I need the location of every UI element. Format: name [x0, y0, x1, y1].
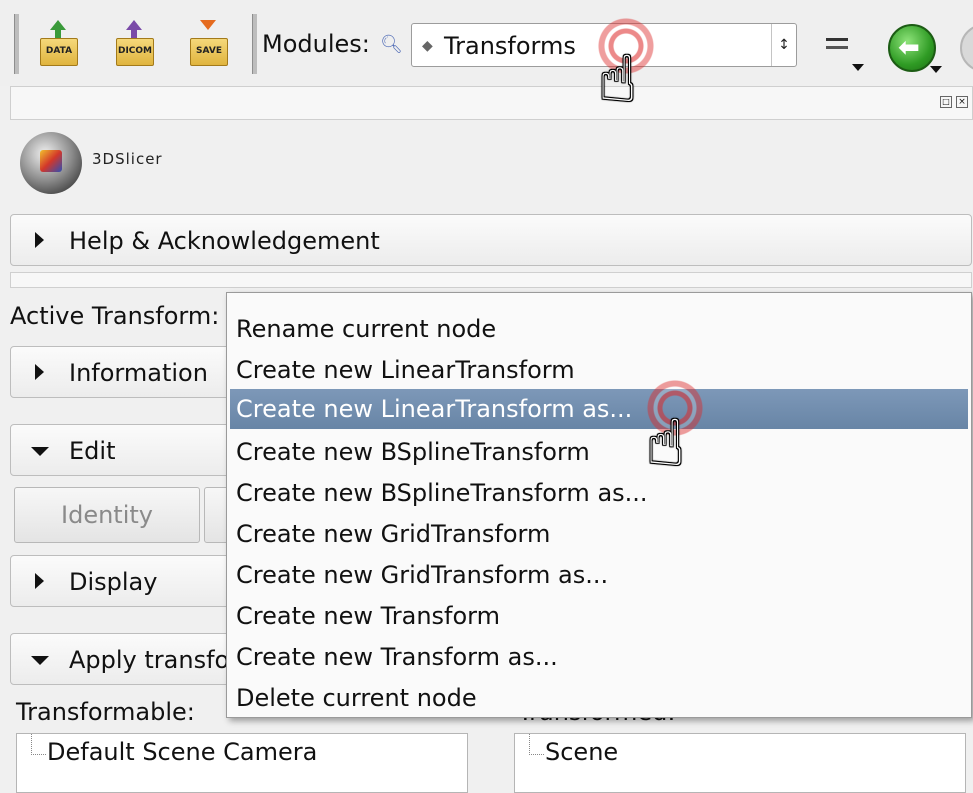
collapse-icon	[31, 447, 49, 456]
node-context-menu: Rename current node Create new LinearTra…	[226, 292, 972, 718]
menu-item-new-grid[interactable]: Create new GridTransform	[230, 514, 968, 554]
close-icon[interactable]: ×	[956, 96, 968, 108]
divider	[10, 272, 972, 288]
menu-item-new-transform[interactable]: Create new Transform	[230, 596, 968, 636]
menu-item-new-bspline-as[interactable]: Create new BSplineTransform as...	[230, 473, 968, 513]
tree-item[interactable]: Default Scene Camera	[47, 738, 317, 766]
collapse-icon	[31, 656, 49, 665]
chevron-down-icon[interactable]	[930, 66, 942, 73]
menu-item-delete[interactable]: Delete current node	[230, 678, 968, 718]
menu-item-new-linear-as[interactable]: Create new LinearTransform as...	[230, 389, 968, 429]
identity-button[interactable]: Identity	[14, 487, 200, 543]
section-help[interactable]: Help & Acknowledgement	[10, 214, 972, 266]
search-icon[interactable]: 🔍︎	[380, 34, 403, 55]
menu-item-new-linear[interactable]: Create new LinearTransform	[230, 350, 968, 390]
hand-cursor-icon: ☝	[646, 407, 685, 481]
menu-item-new-bspline[interactable]: Create new BSplineTransform	[230, 432, 968, 472]
dicom-button[interactable]: DICOM	[112, 20, 156, 70]
layout-button[interactable]	[826, 34, 864, 71]
module-panel-titlebar: □ ×	[10, 86, 973, 120]
module-selected-value: Transforms	[444, 32, 576, 60]
back-button[interactable]: ⬅︎	[888, 24, 936, 72]
expand-icon	[35, 232, 44, 248]
menu-item-rename[interactable]: Rename current node	[230, 309, 968, 349]
section-label: Apply transfo	[69, 646, 230, 674]
section-label: Edit	[69, 437, 116, 465]
folder-icon: DICOM	[116, 38, 154, 66]
chevron-down-icon	[852, 64, 864, 71]
menu-item-new-grid-as[interactable]: Create new GridTransform as...	[230, 555, 968, 595]
download-arrow-icon	[200, 20, 216, 30]
section-label: Display	[69, 568, 158, 596]
expand-icon	[35, 573, 44, 589]
transformable-tree[interactable]: Default Scene Camera	[16, 733, 468, 793]
layout-icon	[826, 38, 848, 41]
toolbar-grip[interactable]	[14, 14, 19, 74]
tree-item[interactable]: Scene	[545, 738, 618, 766]
module-icon: ◆	[422, 38, 433, 54]
load-data-button[interactable]: DATA	[36, 20, 80, 70]
transformed-tree[interactable]: Scene	[514, 733, 966, 793]
section-label: Help & Acknowledgement	[69, 227, 380, 255]
toolbar-grip[interactable]	[252, 14, 257, 74]
transformable-label: Transformable:	[16, 698, 195, 726]
arrow-left-icon: ⬅︎	[898, 33, 920, 63]
expand-icon	[35, 364, 44, 380]
float-icon[interactable]: □	[940, 96, 952, 108]
forward-button[interactable]	[960, 24, 973, 72]
section-label: Information	[69, 359, 208, 387]
save-label: SAVE	[196, 46, 222, 56]
folder-icon: DATA	[40, 38, 78, 66]
active-transform-label: Active Transform:	[10, 302, 220, 330]
main-toolbar: DATA DICOM SAVE Modules: 🔍︎ ◆ Transforms…	[0, 0, 973, 86]
dicom-label: DICOM	[117, 46, 153, 56]
save-button[interactable]: SAVE	[186, 20, 230, 70]
logo-text: 3DSlicer	[92, 150, 163, 168]
menu-item-new-transform-as[interactable]: Create new Transform as...	[230, 637, 968, 677]
folder-icon: SAVE	[190, 38, 228, 66]
data-label: DATA	[45, 46, 73, 56]
chevron-updown-icon[interactable]: ↕	[771, 24, 796, 66]
modules-label: Modules:	[262, 30, 370, 58]
app-logo: 3DSlicer	[12, 120, 312, 210]
slicer-logo-icon	[20, 132, 82, 194]
hand-cursor-icon: ☝	[598, 43, 637, 117]
